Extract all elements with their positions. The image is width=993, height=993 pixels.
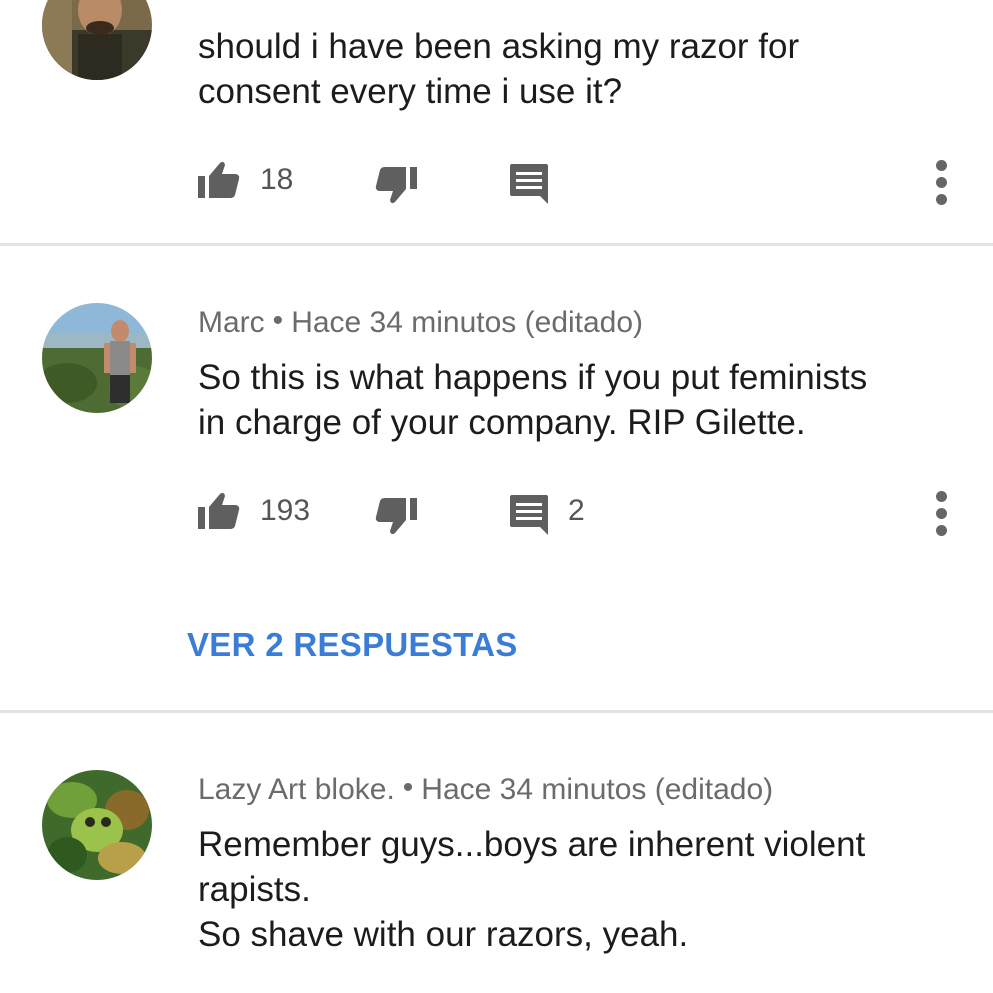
comment-line: in charge of your company. RIP Gilette.: [198, 403, 806, 442]
comment-2: Marc • Hace 34 minutos (editado) So this i…: [0, 246, 993, 711]
thumbs-down-icon: [375, 498, 417, 535]
thumbs-down-icon: [375, 167, 417, 204]
comment-line: So this is what happens if you put femin…: [198, 358, 868, 397]
comment-meta: Marc • Hace 34 minutos (editado): [198, 304, 644, 341]
like-button[interactable]: 18: [198, 155, 293, 205]
comment-line: rapists.: [198, 870, 311, 909]
comment-line: should i have been asking my razor for: [198, 27, 800, 66]
comment-actions: 193 2: [0, 486, 993, 536]
thumbs-up-icon: [198, 161, 240, 198]
avatar[interactable]: [42, 770, 152, 880]
comment-text: should i have been asking my razor for c…: [198, 24, 958, 114]
avatar[interactable]: [42, 0, 152, 80]
reply-icon: [510, 164, 548, 204]
separator: •: [272, 304, 284, 337]
reply-button[interactable]: [510, 155, 548, 205]
author-name[interactable]: Marc: [198, 306, 265, 339]
more-vert-icon[interactable]: [930, 158, 954, 208]
reply-count: 2: [568, 494, 585, 527]
like-button[interactable]: 193: [198, 486, 310, 536]
comment-line: Remember guys...boys are inherent violen…: [198, 825, 866, 864]
view-replies-button[interactable]: VER 2 RESPUESTAS: [187, 626, 518, 664]
separator: •: [402, 771, 414, 804]
avatar[interactable]: [42, 303, 152, 413]
comment-line: So shave with our razors, yeah.: [198, 915, 689, 954]
comments-page: should i have been asking my razor for c…: [0, 0, 993, 993]
reply-button[interactable]: 2: [510, 486, 585, 536]
comment-time: Hace 34 minutos (editado): [421, 773, 774, 806]
author-name[interactable]: Lazy Art bloke.: [198, 773, 395, 806]
more-vert-icon[interactable]: [930, 489, 954, 539]
comment-1: should i have been asking my razor for c…: [0, 0, 993, 245]
comment-text: Remember guys...boys are inherent violen…: [198, 822, 958, 957]
comment-line: consent every time i use it?: [198, 72, 623, 111]
dislike-button[interactable]: [375, 486, 417, 536]
thumbs-up-icon: [198, 492, 240, 529]
comment-meta: Lazy Art bloke. • Hace 34 minutos (editado…: [198, 771, 774, 808]
dislike-button[interactable]: [375, 155, 417, 205]
comment-text: So this is what happens if you put femin…: [198, 355, 958, 445]
like-count: 193: [260, 494, 311, 527]
comment-actions: 18: [0, 155, 993, 205]
like-count: 18: [260, 163, 294, 196]
comment-3: Lazy Art bloke. • Hace 34 minutos (editado…: [0, 713, 993, 993]
reply-icon: [510, 495, 548, 535]
comment-time: Hace 34 minutos (editado): [291, 306, 644, 339]
